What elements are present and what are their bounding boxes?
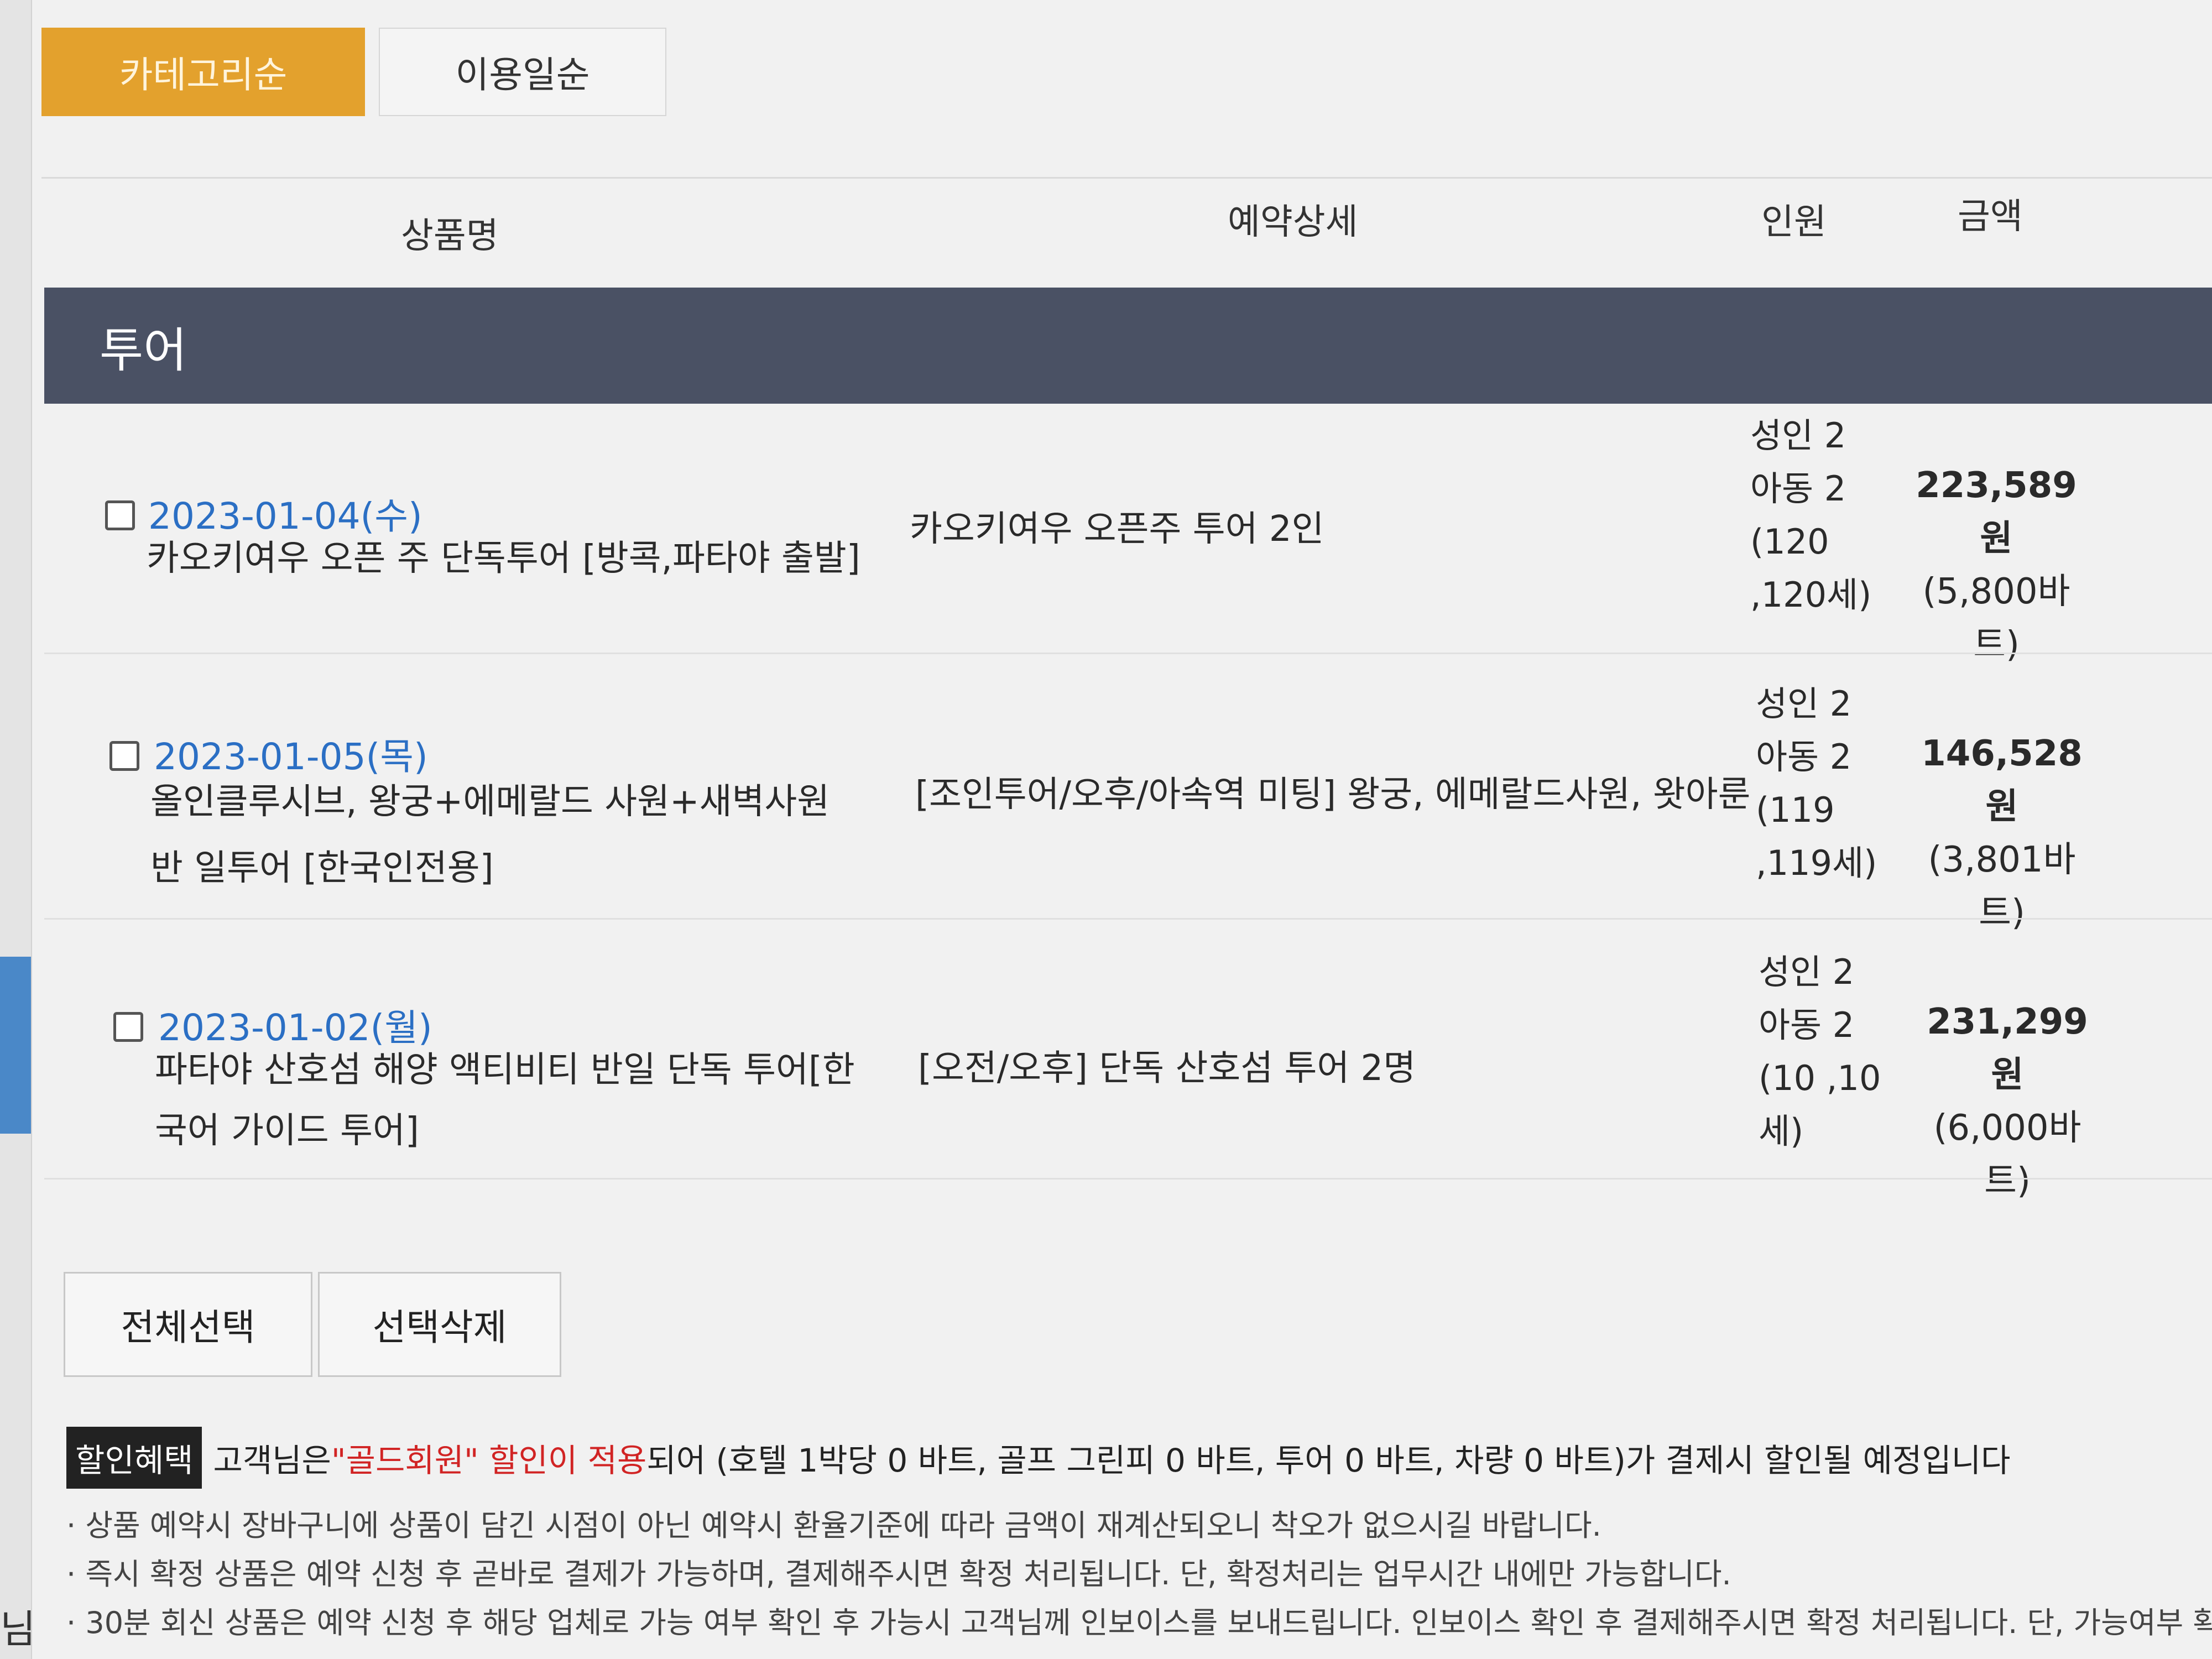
left-edge-text: 님 [0,1606,36,1652]
child-age: (119 [1756,790,1835,830]
notice-item: 30분 회신 상품은 예약 신청 후 해당 업체로 가능 여부 확인 후 가능시… [66,1599,2212,1647]
people-count: 성인 2 아동 2 (119 ,119세) [1756,677,1894,890]
row-divider [44,653,2212,654]
price-baht: (5,800바트) [1922,571,2070,665]
discount-notice: 할인혜택 고객님은 "골드회원" 할인이 적용 되어 (호텔 1박당 0 바트,… [66,1427,2011,1489]
delete-selected-button[interactable]: 선택삭제 [318,1272,561,1377]
child-count: 아동 2 [1759,1005,1855,1045]
column-header-product: 상품명 [401,216,499,257]
child-count: 아동 2 [1750,468,1846,509]
price-won: 146,528원 [1921,733,2083,827]
notice-item: 상품 예약시 장바구니에 상품이 담긴 시점이 아닌 예약시 환율기준에 따라 … [66,1501,2212,1550]
adult-count: 성인 2 [1759,952,1855,992]
child-age-cont: ,120세) [1750,575,1872,615]
child-age-cont: 세) [1759,1111,1804,1151]
discount-badge: 할인혜택 [66,1427,202,1489]
child-age-cont: ,119세) [1756,843,1877,883]
discount-prefix: 고객님은 [213,1442,331,1479]
tab-category-order[interactable]: 카테고리순 [41,28,365,116]
product-name: 카오키여우 오픈 주 단독투어 [방콕,파타야 출발] [147,538,860,579]
row-divider [44,1178,2212,1180]
adult-count: 성인 2 [1750,415,1846,456]
reservation-detail: [조인투어/오후/아속역 미팅] 왕궁, 에메랄드사원, 왓아룬 [915,774,1751,815]
notice-list: 상품 예약시 장바구니에 상품이 담긴 시점이 아닌 예약시 환율기준에 따라 … [66,1501,2212,1647]
tab-usage-date-order[interactable]: 이용일순 [379,28,666,116]
product-name: 파타야 산호섬 해양 액티비티 반일 단독 투어[한국어 가이드 투어] [155,1050,855,1151]
price: 231,299원 (6,000바트) [1913,995,2101,1208]
price-won: 223,589원 [1916,465,2077,559]
member-discount-highlight: "골드회원" 할인이 적용 [331,1442,647,1479]
section-header-tour: 투어 [44,288,2212,404]
select-all-button[interactable]: 전체선택 [64,1272,312,1377]
child-age: (10 ,10 [1759,1058,1881,1098]
price-baht: (6,000바트) [1933,1108,2081,1202]
product-name: 올인클루시브, 왕궁+에메랄드 사원+새벽사원 반 일투어 [한국인전용] [150,781,830,889]
row-checkbox[interactable] [109,741,139,771]
reservation-detail: [오전/오후] 단독 산호섬 투어 2명 [918,1048,1416,1089]
adult-count: 성인 2 [1756,684,1852,724]
price-baht: (3,801바트) [1928,839,2076,933]
notice-item: 즉시 확정 상품은 예약 신청 후 곧바로 결제가 가능하며, 결제해주시면 확… [66,1550,2212,1599]
left-edge-panel: 님 [0,0,36,1659]
divider [41,177,2212,179]
reservation-detail: 카오키여우 오픈주 투어 2인 [910,509,1324,550]
discount-suffix: 되어 (호텔 1박당 0 바트, 골프 그린피 0 바트, 투어 0 바트, 차… [646,1442,2011,1479]
column-header-detail: 예약상세 [1228,202,1358,243]
row-checkbox[interactable] [105,500,135,530]
price: 146,528원 (3,801바트) [1908,727,2096,940]
row-checkbox[interactable] [113,1012,143,1042]
child-age: (120 [1750,521,1829,562]
left-edge-accent [0,957,31,1134]
child-count: 아동 2 [1756,737,1852,777]
price-won: 231,299원 [1927,1001,2088,1095]
price: 223,589원 (5,800바트) [1902,459,2090,671]
section-title: 투어 [100,322,187,378]
column-header-amount: 금액 [1958,196,2023,237]
people-count: 성인 2 아동 2 (120 ,120세) [1750,409,1888,622]
people-count: 성인 2 아동 2 (10 ,10 세) [1759,946,1897,1158]
column-header-people: 인원 [1761,202,1827,243]
row-divider [44,918,2212,920]
